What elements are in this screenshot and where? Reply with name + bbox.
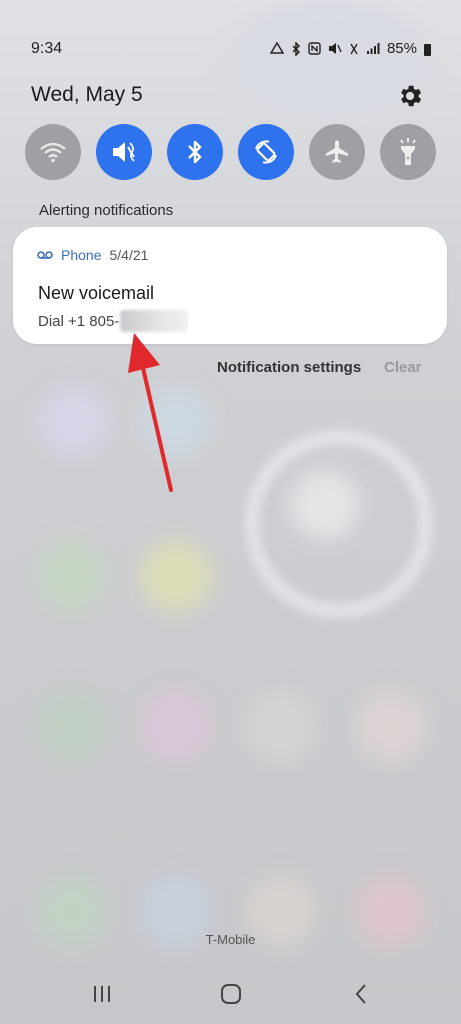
auto-rotate-toggle[interactable] xyxy=(238,124,294,180)
notification-title: New voicemail xyxy=(38,283,155,303)
carrier-label: T-Mobile xyxy=(205,932,256,947)
drive-sync-icon xyxy=(269,42,284,54)
wifi-calling-icon xyxy=(350,43,358,54)
status-icons: 85% xyxy=(269,40,431,57)
notification-body-text: Dial +1 805- xyxy=(38,312,120,330)
notification-settings-button[interactable]: Notification settings xyxy=(217,359,361,376)
bluetooth-icon xyxy=(292,41,301,56)
back-icon xyxy=(355,984,366,1004)
notification-card[interactable]: Phone 5/4/21 New voicemail Dial +1 805- xyxy=(13,227,447,344)
date-header[interactable]: Wed, May 5 xyxy=(31,83,143,107)
battery-percent: 85% xyxy=(386,40,417,57)
notification-date: 5/4/21 xyxy=(109,247,149,263)
nfc-icon xyxy=(308,42,321,55)
flashlight-icon xyxy=(400,138,416,165)
redacted-number xyxy=(120,310,189,332)
status-time: 9:34 xyxy=(31,40,63,57)
mute-toggle[interactable] xyxy=(96,124,152,180)
clear-button[interactable]: Clear xyxy=(384,359,422,376)
navigation-bar xyxy=(0,962,461,1024)
back-button[interactable] xyxy=(341,980,381,1008)
recents-icon xyxy=(94,986,110,1002)
home-button[interactable] xyxy=(211,980,251,1008)
wifi-toggle[interactable] xyxy=(25,124,81,180)
gear-icon[interactable] xyxy=(396,82,424,110)
battery-icon xyxy=(424,43,431,56)
wifi-icon xyxy=(40,142,66,163)
quick-settings-toggles xyxy=(25,124,437,180)
airplane-mode-toggle[interactable] xyxy=(309,124,365,180)
notification-body: Dial +1 805- xyxy=(38,310,189,332)
mute-icon xyxy=(113,142,135,162)
flashlight-toggle[interactable] xyxy=(380,124,436,180)
status-bar: 9:34 85% xyxy=(0,0,461,57)
mute-icon xyxy=(328,43,342,54)
home-icon xyxy=(221,984,241,1004)
voicemail-icon xyxy=(37,251,53,259)
notification-app-name: Phone xyxy=(61,247,102,263)
auto-rotate-icon xyxy=(255,140,277,164)
airplane-icon xyxy=(326,140,348,163)
bluetooth-icon xyxy=(188,140,202,164)
bluetooth-toggle[interactable] xyxy=(167,124,223,180)
notification-header: Phone 5/4/21 xyxy=(37,247,148,263)
recents-button[interactable] xyxy=(82,980,122,1008)
section-title: Alerting notifications xyxy=(39,202,174,219)
signal-icon xyxy=(366,43,380,54)
